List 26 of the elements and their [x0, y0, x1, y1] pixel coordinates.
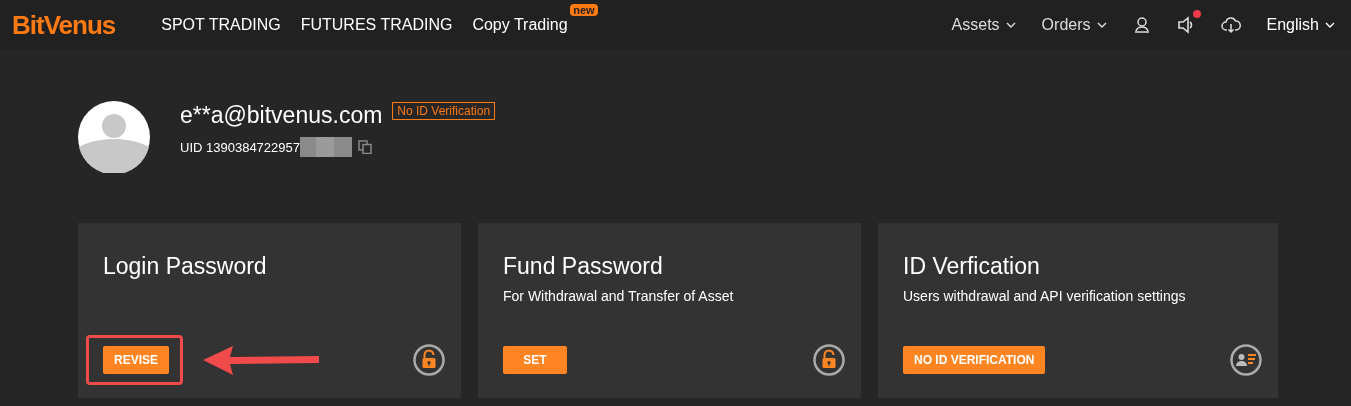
user-icon[interactable]: [1132, 16, 1151, 34]
nav-menu[interactable]: Orders: [1041, 16, 1107, 34]
copy-icon[interactable]: [358, 140, 372, 154]
unlocked-padlock-icon: [813, 344, 845, 376]
speaker-icon[interactable]: [1176, 16, 1195, 34]
card-subtitle: For Withdrawal and Transfer of Asset: [503, 288, 735, 304]
new-badge: new: [570, 4, 598, 16]
nav-link[interactable]: FUTURES TRADING: [300, 16, 453, 34]
nav-menu[interactable]: Assets: [951, 16, 1016, 34]
id-card-icon: [1230, 344, 1262, 376]
logo[interactable]: BitVenus: [12, 9, 116, 41]
cloud-download-icon[interactable]: [1220, 16, 1241, 34]
card-title: ID Verfication: [903, 253, 1041, 280]
card-title: Login Password: [103, 253, 268, 280]
card-subtitle: Users withdrawal and API verification settings: [903, 288, 1187, 304]
chevron-down-icon: [1005, 22, 1016, 28]
nav-link[interactable]: Copy Trading: [472, 16, 568, 34]
email-text: e**a@bitvenus.com: [180, 102, 383, 129]
uid-text: UID 1390384722957: [180, 139, 300, 155]
verification-tag: No ID Verification: [392, 102, 496, 120]
card-title: Fund Password: [503, 253, 664, 280]
chevron-down-icon: [1325, 22, 1335, 28]
chevron-down-icon: [1096, 22, 1107, 28]
unlocked-padlock-icon: [413, 344, 445, 376]
language-menu[interactable]: English: [1266, 16, 1335, 34]
nav-link[interactable]: SPOT TRADING: [161, 16, 281, 34]
